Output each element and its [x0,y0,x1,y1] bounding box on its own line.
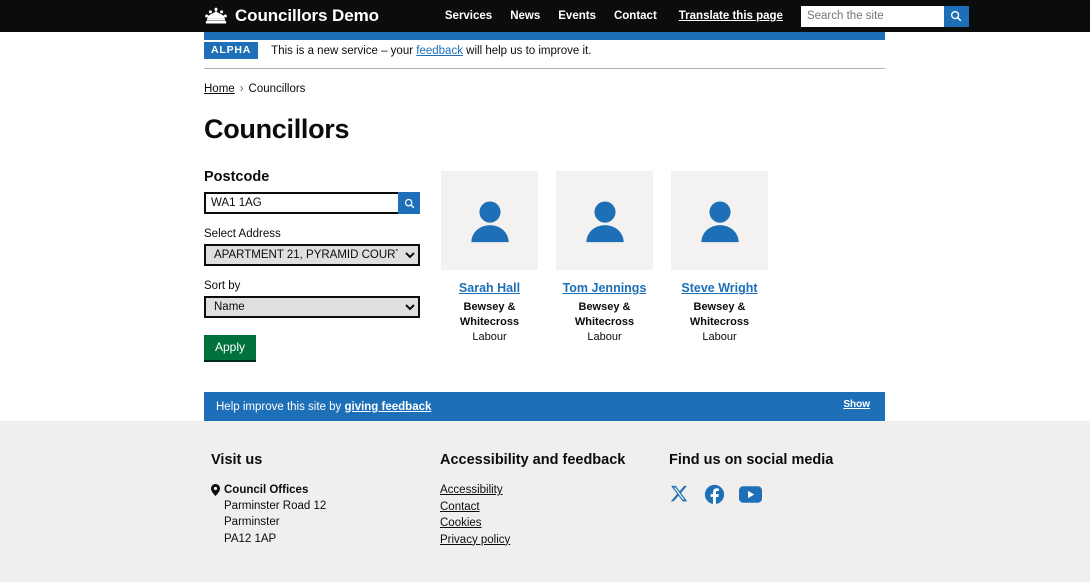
councillor-name-link[interactable]: Sarah Hall [441,281,538,295]
nav-item-contact[interactable]: Contact [614,10,657,22]
crown-icon [204,7,228,25]
feedback-show-toggle[interactable]: Show [843,399,870,410]
site-search [800,5,969,27]
person-avatar-icon [700,201,739,242]
person-avatar-icon [470,201,509,242]
footer-heading-accessibility: Accessibility and feedback [440,452,626,468]
footer-heading-visit-us: Visit us [211,452,263,468]
office-name-row: Council Offices [211,484,440,496]
address-town: Parminster [224,516,280,529]
councillor-party: Labour [587,331,622,344]
address-street: Parminster Road 12 [224,500,327,512]
office-name: Council Offices [224,484,309,496]
breadcrumb-current: Councillors [248,83,306,95]
content-container: ALPHA This is a new service – your feedb… [204,32,885,362]
nav-item-news[interactable]: News [510,10,540,22]
phase-text-before: This is a new service – your [271,44,417,57]
feedback-text-before: Help improve this site by [216,400,345,413]
map-pin-icon [211,484,220,496]
footer-visit-us: Visit us Council Offices Parminster Road… [211,452,440,550]
councillor-ward: Bewsey & Whitecross [459,301,520,328]
giving-feedback-link[interactable]: giving feedback [344,401,431,413]
site-footer: Visit us Council Offices Parminster Road… [0,421,1090,582]
status-badge: ALPHA [204,42,259,59]
x-twitter-icon [670,485,688,502]
phase-text-after: will help us to improve it. [462,44,592,57]
social-links [669,484,909,505]
footer-link-cookies[interactable]: Cookies [440,517,669,529]
breadcrumb: Home › Councillors [204,69,885,95]
social-link-youtube[interactable] [739,486,762,503]
select-address-label: Select Address [204,228,281,240]
phase-banner-text: This is a new service – your feedback wi… [271,45,591,57]
avatar [671,171,768,270]
header-accent-bar [204,32,885,40]
address-postcode: PA12 1AP [224,532,277,545]
breadcrumb-separator-icon: › [239,83,244,95]
footer-accessibility: Accessibility and feedback Accessibility… [440,452,669,550]
postcode-label: Postcode [204,169,270,185]
councillor-name-link[interactable]: Steve Wright [671,281,768,295]
councillor-list: Sarah Hall Bewsey & Whitecross Labour To… [441,169,885,362]
sort-by-dropdown[interactable]: Name [204,296,420,318]
person-avatar-icon [585,201,624,242]
nav-item-events[interactable]: Events [558,10,596,22]
councillor-name-link[interactable]: Tom Jennings [556,281,653,295]
avatar [556,171,653,270]
councillor-ward: Bewsey & Whitecross [689,301,750,328]
social-link-facebook[interactable] [704,484,725,505]
page-title: Councillors [204,114,350,144]
search-input[interactable] [800,5,944,27]
apply-button[interactable]: Apply [204,335,257,362]
postcode-input[interactable] [204,192,398,214]
postcode-search-button[interactable] [398,192,420,214]
councillor-card: Tom Jennings Bewsey & Whitecross Labour [556,171,653,362]
footer-social: Find us on social media [669,452,909,550]
councillor-filter-form: Postcode Select Address APARTMENT 21, PY… [204,169,420,362]
footer-link-contact[interactable]: Contact [440,501,669,513]
brand-name: Councillors Demo [235,6,379,25]
feedback-banner: Help improve this site by giving feedbac… [204,392,885,421]
councillor-party: Labour [702,331,737,344]
feedback-link[interactable]: feedback [416,45,463,57]
nav-item-services[interactable]: Services [445,10,492,22]
postcode-search-group [204,192,420,214]
primary-nav: Services News Events Contact [445,10,657,22]
select-address-dropdown[interactable]: APARTMENT 21, PYRAMID COURT, WINMARLEIGH… [204,244,420,266]
facebook-icon [704,484,725,505]
footer-heading-social: Find us on social media [669,452,834,468]
councillor-card: Sarah Hall Bewsey & Whitecross Labour [441,171,538,362]
breadcrumb-home[interactable]: Home [204,83,235,95]
feedback-banner-text: Help improve this site by giving feedbac… [216,401,843,413]
councillor-party: Labour [472,331,507,344]
footer-link-privacy-policy[interactable]: Privacy policy [440,534,669,546]
page-root: Councillors Demo Services News Events Co… [0,0,1090,582]
avatar [441,171,538,270]
footer-link-list: Accessibility Contact Cookies Privacy po… [440,484,669,546]
councillor-card: Steve Wright Bewsey & Whitecross Labour [671,171,768,362]
site-header: Councillors Demo Services News Events Co… [0,0,1090,32]
social-link-x[interactable] [669,484,690,505]
youtube-icon [739,486,762,503]
main-content: Postcode Select Address APARTMENT 21, PY… [204,169,885,362]
footer-link-accessibility[interactable]: Accessibility [440,484,669,496]
search-button[interactable] [943,5,969,27]
sort-by-label: Sort by [204,280,241,292]
translate-page-link[interactable]: Translate this page [679,10,783,22]
brand-logo[interactable]: Councillors Demo [204,6,379,26]
councillor-ward: Bewsey & Whitecross [574,301,635,328]
